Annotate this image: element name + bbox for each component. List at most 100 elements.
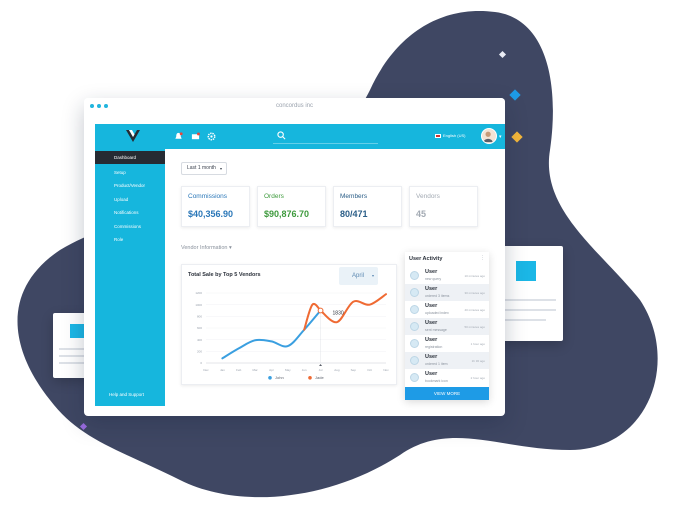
gear-icon[interactable]	[207, 132, 216, 141]
sidebar-item-commissions[interactable]: Commissions	[95, 220, 165, 233]
card-label: Commissions	[188, 193, 228, 200]
x-tick-label: Oct	[367, 368, 372, 372]
activity-description: sent message	[425, 328, 447, 332]
sidebar-item-notifications[interactable]: Notifications	[95, 206, 165, 219]
sidebar-item-upload[interactable]: Upload	[95, 193, 165, 206]
help-and-support-link[interactable]: Help and Support	[109, 392, 144, 397]
activity-description: ordered 3 items	[425, 294, 450, 298]
card-label: Members	[340, 193, 368, 200]
legend-swatch	[268, 376, 272, 380]
chevron-down-icon[interactable]: ▾	[499, 134, 502, 140]
series-line-jade	[319, 293, 387, 324]
x-tick-label: Feb	[236, 368, 242, 372]
user-activity-panel: User Activity ⋮ User new query 10 minutes …	[405, 252, 489, 400]
activity-user: User	[425, 337, 438, 343]
vendor-information-toggle[interactable]: Vendor Information ▾	[181, 245, 232, 251]
activity-user: User	[425, 371, 438, 377]
legend-label: John	[275, 375, 284, 380]
x-tick-label: Jul	[319, 368, 323, 372]
x-tick-label: May	[285, 368, 291, 372]
activity-time: 1 hour ago	[470, 342, 485, 346]
activity-description: bookmark icon	[425, 379, 448, 383]
activity-time: 30 minutes ago	[464, 291, 485, 295]
browser-window: concordus inc English (US) ▾ Dashboard S…	[84, 98, 505, 416]
card-members[interactable]: Members 80/471	[333, 186, 402, 227]
list-item[interactable]: User bookmark icon 2 hour ago	[405, 369, 489, 386]
search-input[interactable]	[273, 128, 378, 144]
sidebar-item-product-vendor[interactable]: Product/Vendor	[95, 179, 165, 192]
card-commissions[interactable]: Commissions $40,356.90	[181, 186, 250, 227]
list-item[interactable]: User ordered 1 item 1h 30 ago	[405, 352, 489, 369]
document-square-icon	[70, 324, 84, 338]
activity-user: User	[425, 303, 438, 309]
language-label: English (US)	[443, 133, 466, 138]
card-orders[interactable]: Orders $90,876.70	[257, 186, 326, 227]
card-label: Vendors	[416, 193, 440, 200]
list-item[interactable]: User sent message 50 minutes ago	[405, 318, 489, 335]
chevron-down-icon: ▾	[219, 166, 222, 171]
y-tick-label: 600	[197, 326, 202, 330]
list-item[interactable]: User registration 1 hour ago	[405, 335, 489, 352]
x-tick-label: Jan	[220, 368, 225, 372]
document-line	[59, 362, 85, 364]
flag-icon	[435, 133, 441, 138]
y-tick-label: 200	[197, 350, 202, 354]
highlight-point	[317, 307, 324, 314]
avatar	[410, 339, 419, 348]
activity-time: 50 minutes ago	[464, 325, 485, 329]
list-item[interactable]: User ordered 3 items 30 minutes ago	[405, 284, 489, 301]
activity-user: User	[425, 286, 438, 292]
document-line	[498, 299, 556, 301]
x-tick-label: Dec	[203, 368, 209, 372]
sidebar-item-role[interactable]: Role	[95, 233, 165, 246]
list-item[interactable]: User uploaded index 40 minutes ago	[405, 301, 489, 318]
activity-time: 40 minutes ago	[464, 308, 485, 312]
sidebar-item-setup[interactable]: Setup	[95, 166, 165, 179]
x-marker-icon	[319, 364, 323, 366]
y-tick-label: 0	[200, 361, 202, 365]
avatar	[410, 373, 419, 382]
avatar[interactable]	[481, 128, 497, 144]
activity-time: 2 hour ago	[470, 376, 485, 380]
page: concordus inc English (US) ▾ Dashboard S…	[0, 0, 685, 506]
avatar	[410, 322, 419, 331]
sales-chart-card: Total Sale by Top 5 Vendors April ▾ 0 200…	[181, 264, 397, 385]
bell-icon[interactable]	[174, 132, 183, 141]
mail-icon[interactable]	[191, 132, 200, 141]
y-tick-label: 800	[197, 315, 202, 319]
avatar	[410, 356, 419, 365]
activity-user: User	[425, 354, 438, 360]
list-item[interactable]: User new query 10 minutes ago	[405, 267, 489, 284]
x-tick-label: Aug	[334, 368, 340, 372]
view-more-button[interactable]: VIEW MORE	[405, 387, 489, 400]
avatar	[410, 271, 419, 280]
more-icon[interactable]: ⋮	[480, 255, 485, 261]
card-vendors[interactable]: Vendors 45	[409, 186, 478, 227]
sidebar-item-dashboard[interactable]: Dashboard	[95, 151, 165, 164]
data-label: 1830	[333, 311, 344, 317]
activity-user: User	[425, 269, 438, 275]
logo-icon[interactable]	[125, 128, 141, 144]
vendor-information-label: Vendor Information	[181, 245, 228, 251]
y-tick-label: 1000	[195, 303, 202, 307]
y-tick-label: 1200	[195, 291, 202, 295]
activity-description: registration	[425, 345, 443, 349]
window-title: concordus inc	[275, 103, 314, 109]
card-label: Orders	[264, 193, 284, 200]
app-topbar: English (US) ▾	[95, 124, 505, 149]
y-tick-label: 400	[197, 338, 202, 342]
document-line	[498, 319, 546, 321]
language-selector[interactable]: English (US)	[435, 133, 465, 138]
date-range-select[interactable]: Last 1 month ▾	[181, 162, 227, 175]
legend-label: Jade	[315, 375, 324, 380]
document-line	[498, 309, 556, 311]
activity-time: 10 minutes ago	[464, 274, 485, 278]
chevron-down-icon: ▾	[371, 273, 374, 278]
month-select[interactable]: April ▾	[339, 267, 378, 285]
activity-title: User Activity	[409, 256, 443, 262]
card-value: 80/471	[340, 209, 368, 219]
document-square-icon	[516, 261, 536, 281]
x-tick-label: Jun	[302, 368, 307, 372]
sidebar: Dashboard Setup Product/Vendor Upload No…	[95, 149, 165, 406]
activity-description: new query	[425, 277, 442, 281]
